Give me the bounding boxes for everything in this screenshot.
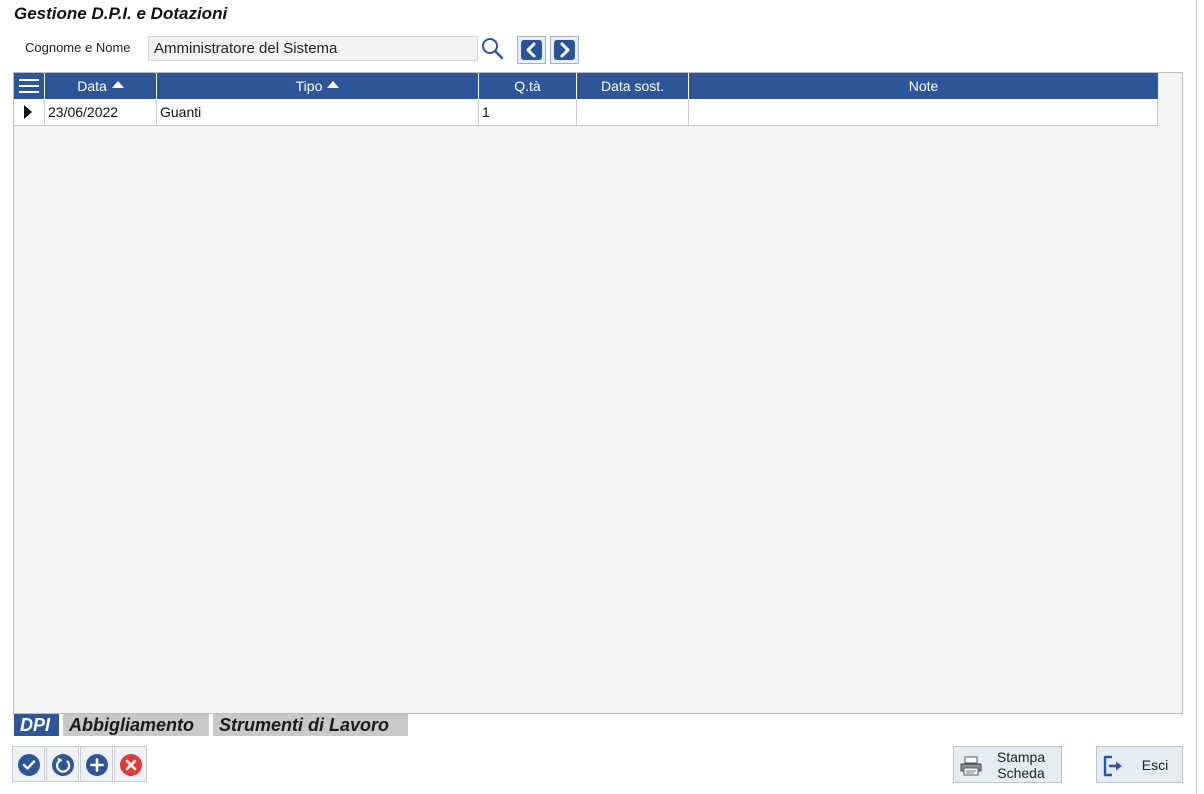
column-header-label: Data — [77, 78, 107, 94]
chevron-right-icon — [554, 40, 575, 60]
dpi-grid: Data Tipo Q.tà Data sost. Note 23/06/202… — [13, 72, 1183, 714]
cell-tipo[interactable]: Guanti — [157, 99, 479, 125]
column-header-data[interactable]: Data — [45, 73, 157, 99]
window-border — [1196, 0, 1197, 794]
print-sheet-button[interactable]: Stampa Scheda — [953, 746, 1062, 783]
column-header-label: Note — [908, 78, 939, 94]
cell-note[interactable] — [689, 99, 1158, 125]
column-menu-button[interactable] — [14, 73, 45, 99]
confirm-check-icon — [18, 754, 40, 776]
undo-refresh-icon — [52, 754, 74, 776]
cell-qta[interactable]: 1 — [479, 99, 577, 125]
current-row-icon — [24, 105, 32, 119]
column-header-label: Q.tà — [514, 78, 541, 94]
row-indicator-cell — [14, 99, 45, 125]
column-header-data-sost[interactable]: Data sost. — [577, 73, 689, 99]
printer-icon — [959, 755, 983, 782]
sort-ascending-icon — [327, 80, 340, 88]
delete-button[interactable] — [114, 746, 147, 782]
page-title: Gestione D.P.I. e Dotazioni — [14, 4, 228, 23]
chevron-left-icon — [521, 40, 542, 60]
delete-x-icon — [120, 754, 142, 776]
tab-abbigliamento[interactable]: Abbigliamento — [63, 714, 209, 736]
sort-ascending-icon — [111, 80, 124, 88]
name-field-label: Cognome e Nome — [25, 40, 131, 55]
next-record-button[interactable] — [550, 36, 579, 64]
exit-icon — [1102, 755, 1124, 782]
table-row[interactable]: 23/06/2022 Guanti 1 — [14, 99, 1158, 126]
grid-header: Data Tipo Q.tà Data sost. Note — [14, 73, 1158, 99]
cell-data[interactable]: 23/06/2022 — [45, 99, 157, 125]
name-input[interactable] — [148, 36, 478, 61]
print-button-label: Stampa Scheda — [996, 749, 1046, 781]
add-plus-icon — [86, 754, 108, 776]
column-header-label: Data sost. — [600, 78, 665, 94]
previous-record-button[interactable] — [517, 36, 546, 64]
exit-button[interactable]: Esci — [1096, 746, 1183, 783]
exit-button-label: Esci — [1141, 757, 1169, 773]
tab-dpi[interactable]: DPI — [14, 714, 59, 736]
tab-strumenti-di-lavoro[interactable]: Strumenti di Lavoro — [213, 714, 408, 736]
confirm-button[interactable] — [12, 746, 45, 782]
add-button[interactable] — [80, 746, 113, 782]
column-header-qta[interactable]: Q.tà — [479, 73, 577, 99]
menu-icon — [19, 79, 39, 93]
column-header-note[interactable]: Note — [689, 73, 1158, 99]
undo-button[interactable] — [46, 746, 79, 782]
column-header-label: Tipo — [295, 78, 323, 94]
cell-data-sost[interactable] — [577, 99, 689, 125]
search-icon[interactable] — [480, 36, 504, 60]
column-header-tipo[interactable]: Tipo — [157, 73, 479, 99]
